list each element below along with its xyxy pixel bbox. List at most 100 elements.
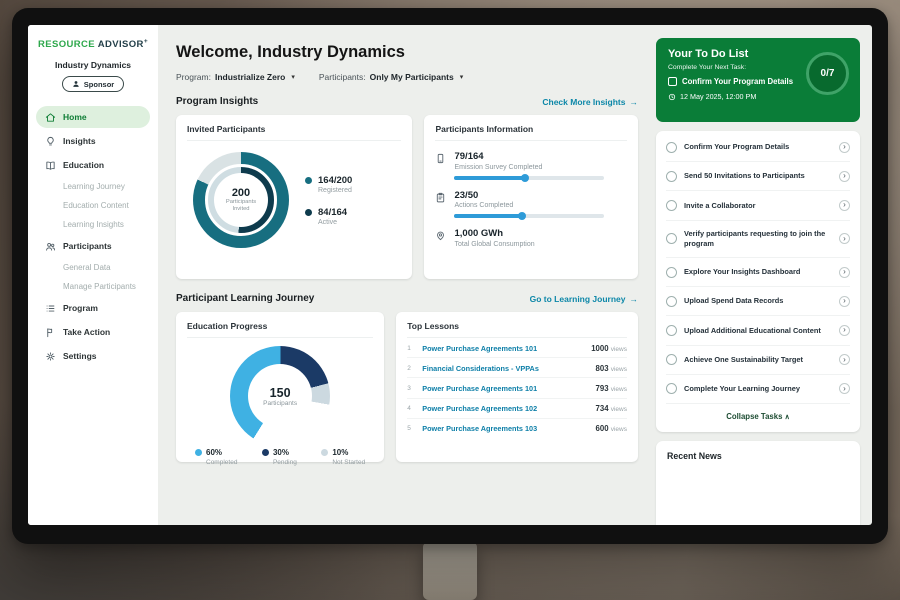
chevron-right-icon[interactable]: ›	[839, 296, 850, 307]
task-row[interactable]: Confirm Your Program Details ›	[666, 133, 850, 162]
todo-progress-ring: 0/7	[806, 52, 849, 95]
lesson-row: 4 Power Purchase Agreements 102 734 view…	[407, 399, 627, 419]
legend-label: Completed	[206, 459, 237, 466]
stat-global-consumption: 1,000 GWh Total Global Consumption	[435, 228, 627, 248]
lesson-views-label: views	[611, 426, 627, 433]
section-title-program-insights: Program Insights	[176, 96, 258, 107]
sidebar-item-home[interactable]: Home	[36, 106, 150, 128]
sidebar-item-learning-insights[interactable]: Learning Insights	[36, 215, 150, 234]
chevron-right-icon[interactable]: ›	[839, 267, 850, 278]
lesson-row: 5 Power Purchase Agreements 103 600 view…	[407, 419, 627, 438]
go-to-learning-journey-link[interactable]: Go to Learning Journey →	[530, 294, 638, 304]
task-row[interactable]: Achieve One Sustainability Target ›	[666, 346, 850, 375]
sidebar-item-participants[interactable]: Participants	[36, 235, 150, 257]
collapse-tasks-label: Collapse Tasks	[726, 412, 782, 421]
sidebar-item-manage-participants[interactable]: Manage Participants	[36, 277, 150, 296]
todo-due-text: 12 May 2025, 12:00 PM	[680, 92, 756, 101]
task-checkbox[interactable]	[668, 77, 677, 86]
task-row[interactable]: Upload Additional Educational Content ›	[666, 316, 850, 345]
task-checkbox[interactable]	[666, 233, 677, 244]
task-checkbox[interactable]	[666, 383, 677, 394]
task-row[interactable]: Verify participants requesting to join t…	[666, 221, 850, 258]
sidebar-item-settings[interactable]: Settings	[36, 345, 150, 367]
task-row[interactable]: Upload Spend Data Records ›	[666, 287, 850, 316]
sidebar-item-program[interactable]: Program	[36, 297, 150, 319]
invited-participants-donut-chart: 200 Participants Invited	[193, 152, 289, 248]
task-checkbox[interactable]	[666, 354, 677, 365]
clipboard-icon	[435, 192, 446, 203]
lesson-rank: 2	[407, 365, 415, 372]
sidebar-item-take-action[interactable]: Take Action	[36, 321, 150, 343]
task-row[interactable]: Send 50 Invitations to Participants ›	[666, 162, 850, 191]
task-checkbox[interactable]	[666, 142, 677, 153]
lesson-views-count: 1000	[591, 344, 608, 353]
dashboard-screen: RESOURCE ADVISOR+ Industry Dynamics Spon…	[28, 25, 872, 525]
sidebar-item-learning-journey[interactable]: Learning Journey	[36, 177, 150, 196]
task-row[interactable]: Explore Your Insights Dashboard ›	[666, 258, 850, 287]
chevron-right-icon[interactable]: ›	[839, 325, 850, 336]
task-label: Verify participants requesting to join t…	[684, 229, 832, 248]
legend-label: Active	[318, 219, 347, 226]
legend-value: 84/164	[318, 207, 347, 218]
task-row[interactable]: Invite a Collaborator ›	[666, 191, 850, 220]
gauge-center: 150 Participants	[248, 364, 312, 428]
sidebar-item-label: Program	[63, 303, 98, 313]
task-label: Upload Spend Data Records	[684, 296, 832, 306]
task-row[interactable]: Complete Your Learning Journey ›	[666, 375, 850, 404]
task-checkbox[interactable]	[666, 296, 677, 307]
recent-news-card[interactable]: Recent News	[656, 441, 860, 525]
task-checkbox[interactable]	[666, 171, 677, 182]
task-checkbox[interactable]	[666, 200, 677, 211]
check-more-insights-link[interactable]: Check More Insights →	[542, 97, 638, 107]
task-checkbox[interactable]	[666, 267, 677, 278]
stat-emission-survey: 79/164 Emission Survey Completed	[435, 151, 627, 180]
sidebar-nav: Home Insights Education Learning Journey…	[36, 105, 150, 368]
sponsor-badge[interactable]: Sponsor	[62, 76, 124, 92]
sidebar-item-education[interactable]: Education	[36, 154, 150, 176]
todo-progress-value: 0/7	[821, 68, 835, 79]
program-filter-dropdown[interactable]: Program: Industrialize Zero ▾	[176, 72, 295, 82]
lesson-views-label: views	[611, 386, 627, 393]
lesson-link[interactable]: Power Purchase Agreements 101	[422, 384, 537, 393]
lesson-link[interactable]: Power Purchase Agreements 103	[422, 424, 537, 433]
logo-advisor-word: ADVISOR	[98, 39, 144, 50]
chevron-right-icon[interactable]: ›	[839, 142, 850, 153]
gauge-legend: 60% Completed 30% Pending 10% Not Starte…	[187, 448, 373, 466]
sidebar-item-label: Take Action	[63, 327, 110, 337]
sidebar-item-education-content[interactable]: Education Content	[36, 196, 150, 215]
legend-item-registered: 164/200 Registered	[305, 175, 352, 194]
chevron-right-icon[interactable]: ›	[839, 233, 850, 244]
lesson-link[interactable]: Financial Considerations - VPPAs	[422, 364, 539, 373]
sidebar-item-general-data[interactable]: General Data	[36, 258, 150, 277]
legend-item-not-started: 10% Not Started	[321, 448, 365, 466]
card-title: Participants Information	[435, 124, 627, 141]
sidebar-item-insights[interactable]: Insights	[36, 130, 150, 152]
todo-panel: Your To Do List Complete Your Next Task:…	[650, 25, 872, 525]
org-name: Industry Dynamics	[36, 60, 150, 70]
sidebar: RESOURCE ADVISOR+ Industry Dynamics Spon…	[28, 25, 158, 525]
lesson-rank: 3	[407, 385, 415, 392]
page-title: Welcome, Industry Dynamics	[176, 43, 638, 62]
chevron-right-icon[interactable]: ›	[839, 171, 850, 182]
monitor-stand	[423, 543, 477, 600]
lesson-rank: 4	[407, 405, 415, 412]
stat-value: 1,000 GWh	[454, 228, 534, 239]
legend-dot-blue	[195, 449, 202, 456]
lesson-views-label: views	[611, 346, 627, 353]
todo-next-task[interactable]: Confirm Your Program Details	[668, 77, 800, 86]
task-label: Confirm Your Program Details	[684, 142, 832, 152]
lesson-link[interactable]: Power Purchase Agreements 102	[422, 404, 537, 413]
task-checkbox[interactable]	[666, 325, 677, 336]
link-label: Go to Learning Journey	[530, 294, 626, 304]
chevron-right-icon[interactable]: ›	[839, 200, 850, 211]
people-icon	[45, 241, 56, 252]
chevron-right-icon[interactable]: ›	[839, 354, 850, 365]
participants-filter-dropdown[interactable]: Participants: Only My Participants ▾	[319, 72, 463, 82]
gear-icon	[45, 351, 56, 362]
lesson-link[interactable]: Power Purchase Agreements 101	[422, 344, 537, 353]
legend-dot-navy	[305, 209, 312, 216]
collapse-tasks-button[interactable]: Collapse Tasks ∧	[666, 404, 850, 430]
chevron-down-icon: ▾	[291, 73, 295, 81]
lesson-row: 2 Financial Considerations - VPPAs 803 v…	[407, 358, 627, 378]
chevron-right-icon[interactable]: ›	[839, 383, 850, 394]
